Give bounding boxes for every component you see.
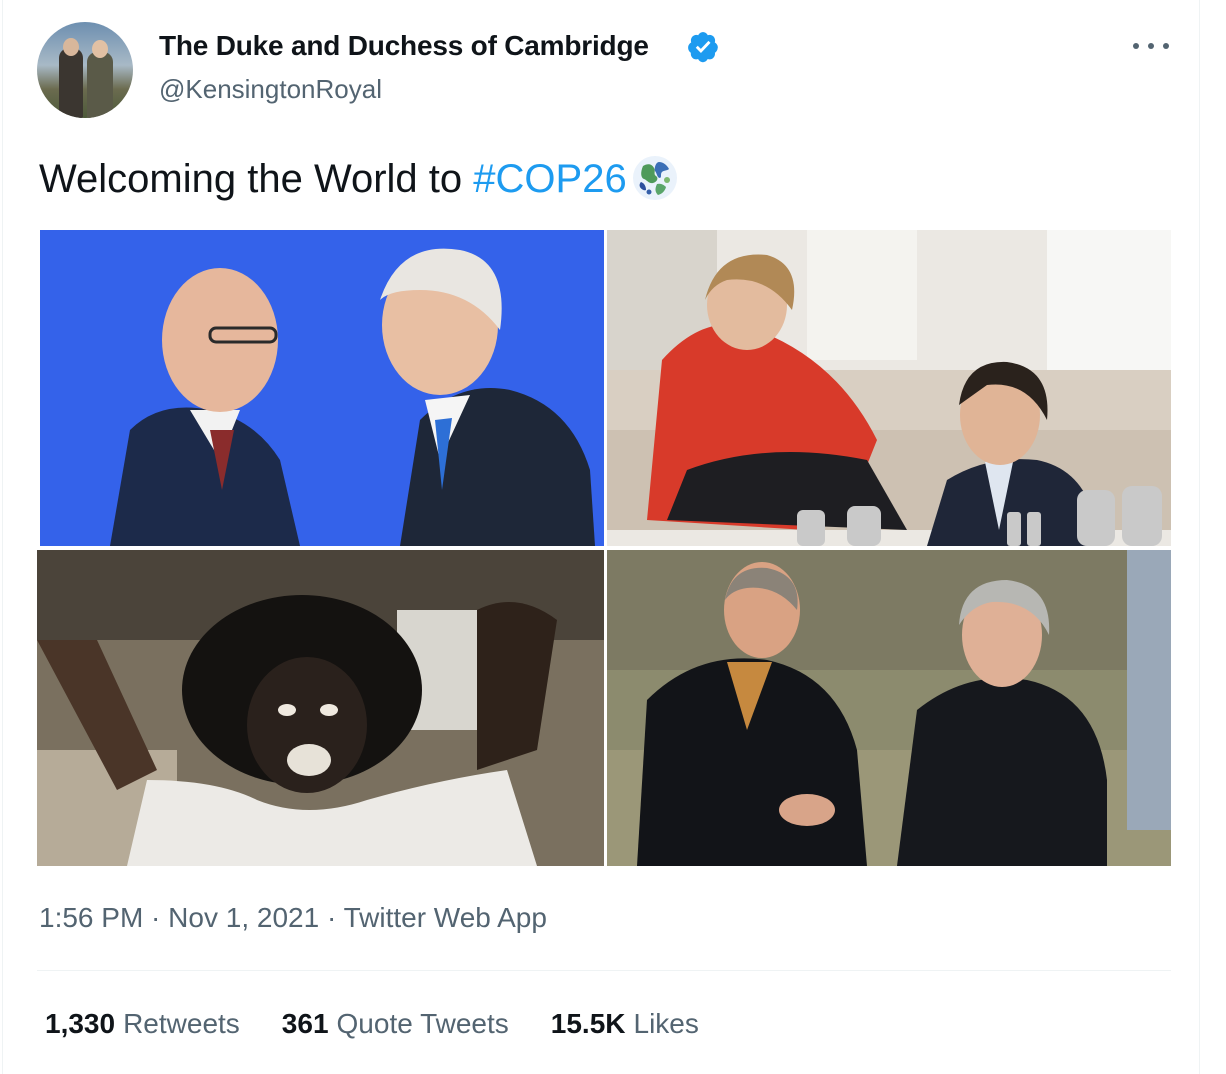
media-grid [37,230,1171,866]
author-handle[interactable]: @KensingtonRoyal [159,74,382,105]
tweet-text-body: Welcoming the World to [39,157,474,201]
separator: · [143,902,169,933]
hashtag-link[interactable]: #COP26 [473,157,626,201]
likes-label: Likes [633,1008,699,1039]
earth-globe-icon [632,156,677,200]
retweets-stat[interactable]: 1,330 Retweets [45,1008,240,1040]
media-photo-4[interactable] [607,550,1171,866]
likes-stat[interactable]: 15.5K Likes [551,1008,699,1040]
avatar[interactable] [37,22,133,118]
tweet-card: The Duke and Duchess of Cambridge @Kensi… [2,0,1200,1074]
separator: · [319,902,344,933]
engagement-stats: 1,330 Retweets 361 Quote Tweets 15.5K Likes [45,1008,699,1040]
author-name[interactable]: The Duke and Duchess of Cambridge [159,30,649,62]
retweets-label: Retweets [123,1008,240,1039]
media-photo-2[interactable] [607,230,1171,546]
media-photo-3[interactable] [37,550,604,866]
date-link[interactable]: Nov 1, 2021 [168,902,319,933]
quotes-count: 361 [281,1008,329,1039]
source-link[interactable]: Twitter Web App [344,902,547,933]
retweets-count: 1,330 [45,1008,116,1039]
quote-tweets-stat[interactable]: 361 Quote Tweets [282,1008,509,1040]
more-options-icon[interactable] [1133,34,1169,58]
likes-count: 15.5K [550,1008,626,1039]
tweet-text: Welcoming the World to #COP26 [39,152,681,204]
quotes-label: Quote Tweets [336,1008,509,1039]
time-link[interactable]: 1:56 PM [39,902,143,933]
divider [37,970,1171,971]
verified-badge-icon [688,32,718,63]
media-photo-1[interactable] [40,230,604,546]
tweet-timestamp: 1:56 PM · Nov 1, 2021 · Twitter Web App [39,902,547,934]
